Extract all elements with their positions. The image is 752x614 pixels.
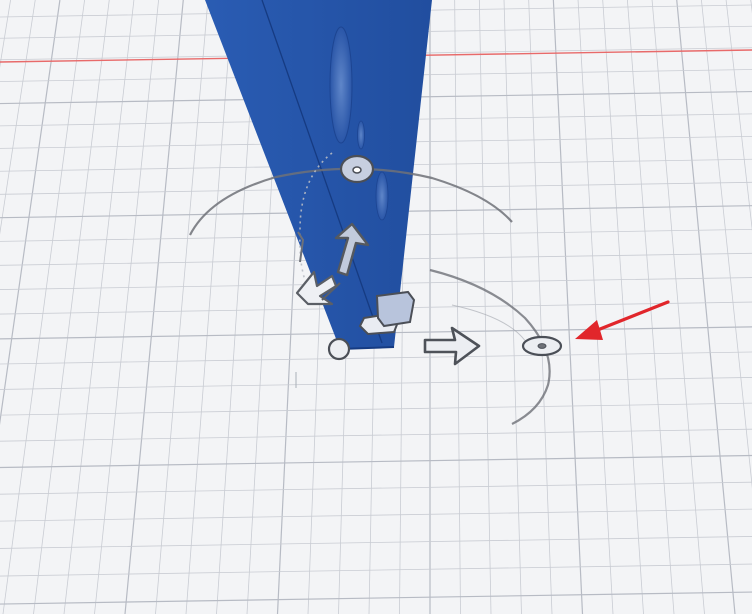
arrow-right-icon[interactable] [423, 326, 481, 366]
3d-viewport[interactable] [0, 0, 752, 614]
slot-hole-large [329, 26, 353, 144]
rotate-handle-right[interactable] [521, 335, 563, 357]
slot-hole-lower [375, 171, 389, 221]
rotate-handle-top[interactable] [339, 154, 375, 184]
corner-handle-icon[interactable] [327, 337, 351, 361]
slot-hole-small [357, 120, 365, 150]
scene-canvas[interactable] [0, 0, 752, 614]
red-pointer-arrow-icon [575, 300, 670, 340]
